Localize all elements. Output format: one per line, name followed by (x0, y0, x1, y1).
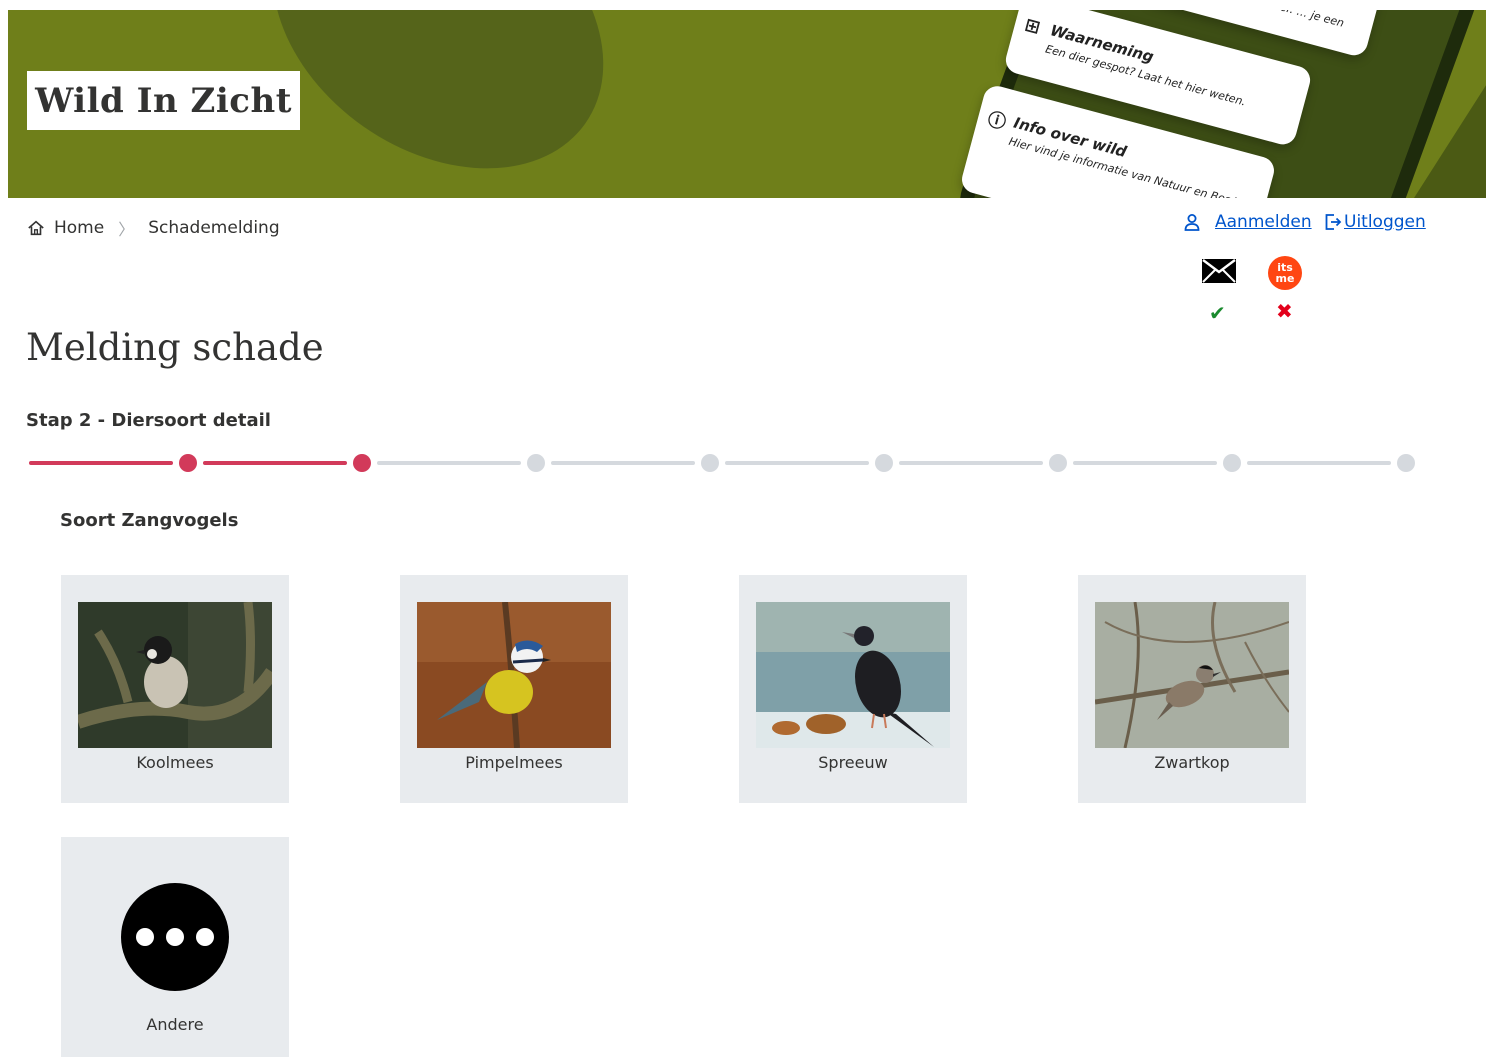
logout-icon (1325, 214, 1342, 230)
cross-icon: ✖ (1276, 299, 1293, 323)
species-label: Zwartkop (1154, 753, 1230, 772)
species-label: Spreeuw (818, 753, 888, 772)
logout-link-label[interactable]: Uitloggen (1344, 212, 1426, 232)
check-icon: ✔ (1209, 301, 1226, 325)
progress-segment (551, 461, 695, 465)
progress-segment (899, 461, 1043, 465)
species-tile-pimpelmees[interactable]: Pimpelmees (400, 575, 628, 803)
progress-step-7 (1223, 454, 1241, 472)
pimpelmees-photo (417, 602, 611, 748)
breadcrumb-home[interactable]: Home (54, 218, 104, 238)
chevron-right-icon: 〉 (118, 220, 135, 239)
species-label: Koolmees (136, 753, 214, 772)
banner-card-text: … het hier. … je een (1234, 10, 1345, 30)
progress-segment (1247, 461, 1391, 465)
koolmees-photo (78, 602, 272, 748)
more-icon (121, 883, 229, 991)
breadcrumb-current: Schademelding (148, 218, 280, 238)
progress-step-4 (701, 454, 719, 472)
breadcrumb: Home 〉 Schademelding (27, 216, 280, 240)
step-progress (29, 453, 1417, 473)
itsme-icon: its me (1268, 256, 1302, 290)
progress-step-3 (527, 454, 545, 472)
envelope-icon (1202, 259, 1236, 283)
species-tile-zwartkop[interactable]: Zwartkop (1078, 575, 1306, 803)
progress-step-2 (353, 454, 371, 472)
progress-segment (1073, 461, 1217, 465)
section-title: Soort Zangvogels (60, 510, 239, 531)
login-link-label[interactable]: Aanmelden (1215, 212, 1312, 232)
progress-segment (29, 461, 173, 465)
itsme-label: its me (1275, 261, 1295, 285)
home-icon (28, 220, 44, 236)
species-tile-koolmees[interactable]: Koolmees (61, 575, 289, 803)
zwartkop-photo (1095, 602, 1289, 748)
info-icon: ⓘ (985, 108, 1009, 134)
user-icon (1184, 214, 1200, 231)
progress-segment (377, 461, 521, 465)
progress-segment (725, 461, 869, 465)
progress-step-1 (179, 454, 197, 472)
progress-step-8 (1397, 454, 1415, 472)
species-tile-spreeuw[interactable]: Spreeuw (739, 575, 967, 803)
step-title: Stap 2 - Diersoort detail (26, 410, 271, 431)
spreeuw-photo (756, 602, 950, 748)
logout-link[interactable]: Uitloggen (1324, 212, 1426, 232)
binoculars-icon: ⊞ (1022, 14, 1043, 39)
site-logo[interactable]: Wild In Zicht (27, 71, 300, 130)
progress-segment (203, 461, 347, 465)
species-label: Andere (146, 1015, 204, 1034)
site-logo-text: Wild In Zicht (35, 80, 292, 121)
species-label: Pimpelmees (465, 753, 563, 772)
page-title: Melding schade (26, 326, 324, 369)
login-link[interactable]: Aanmelden (1183, 212, 1312, 232)
species-tile-andere[interactable]: Andere (61, 837, 289, 1057)
progress-step-6 (1049, 454, 1067, 472)
progress-step-5 (875, 454, 893, 472)
